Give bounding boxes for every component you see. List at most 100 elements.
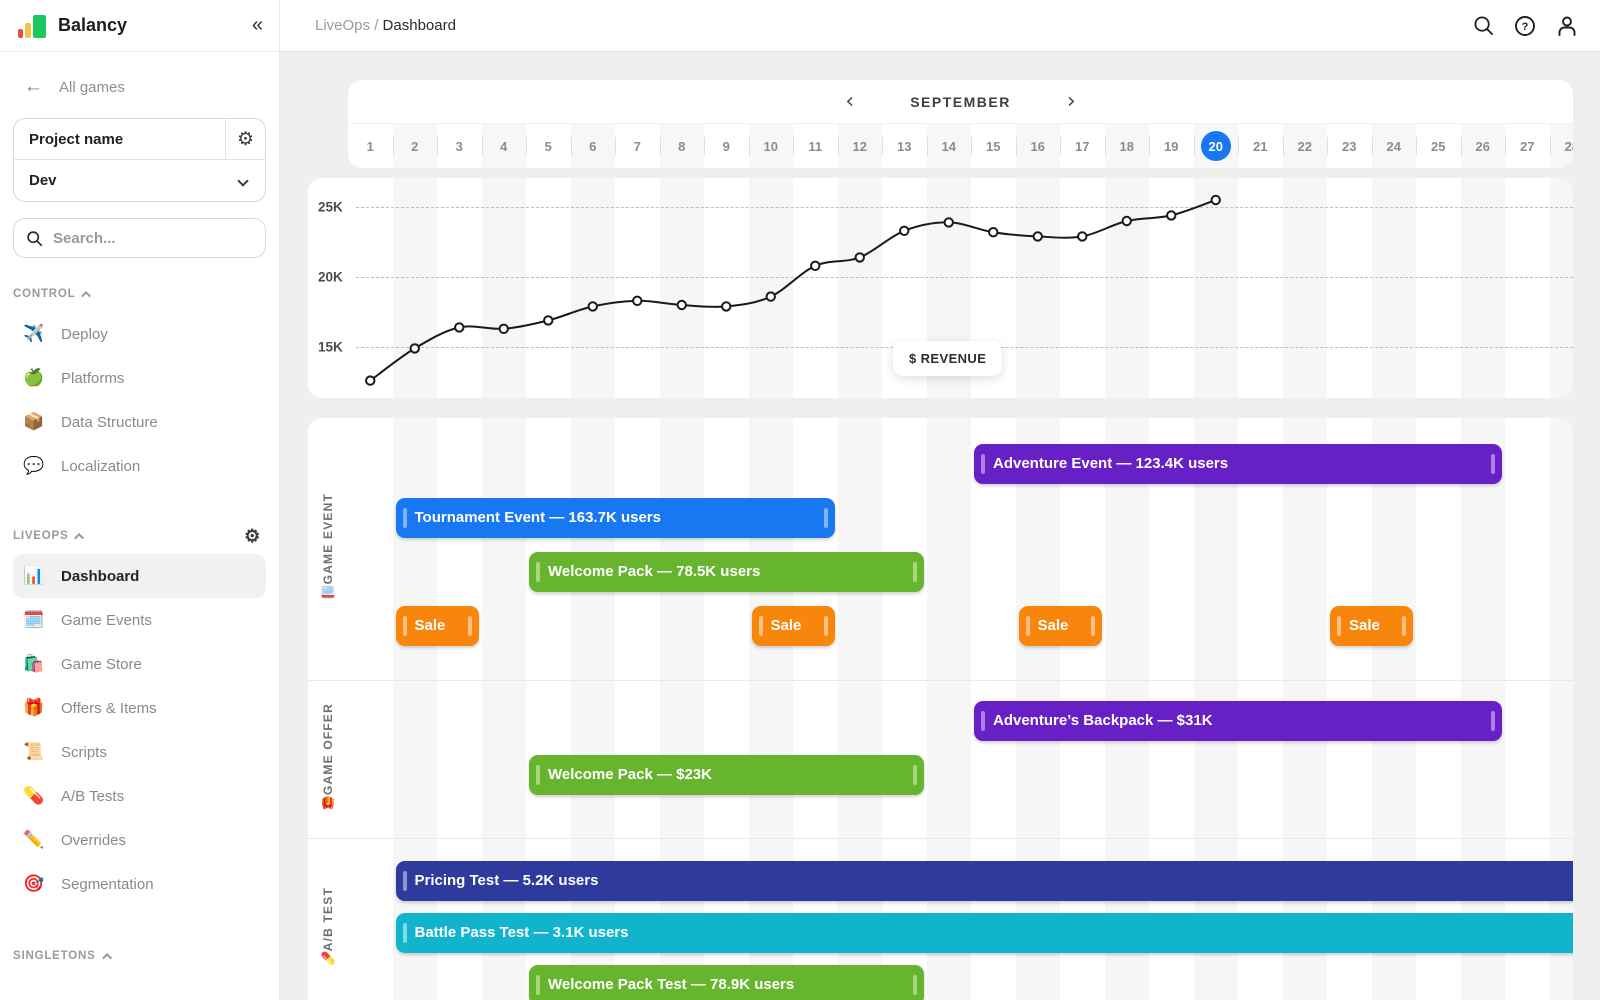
resize-handle-left[interactable] xyxy=(403,871,407,891)
data-point[interactable] xyxy=(767,292,775,300)
day-cell-28[interactable]: 28 xyxy=(1550,124,1574,168)
resize-handle-right[interactable] xyxy=(824,616,828,636)
revenue-legend-chip[interactable]: $ REVENUE xyxy=(893,341,1002,376)
data-point[interactable] xyxy=(1078,232,1086,240)
day-cell-19[interactable]: 19 xyxy=(1149,124,1194,168)
day-cell-25[interactable]: 25 xyxy=(1416,124,1461,168)
day-cell-6[interactable]: 6 xyxy=(571,124,616,168)
sidebar-section-singletons[interactable]: SINGLETONS xyxy=(0,946,279,966)
day-cell-7[interactable]: 7 xyxy=(615,124,660,168)
back-all-games[interactable]: ← All games xyxy=(0,52,279,102)
liveops-settings-icon[interactable]: ⚙ xyxy=(244,527,261,545)
timeline-bar-adventure-event[interactable]: Adventure Event — 123.4K users xyxy=(974,444,1502,484)
environment-dropdown[interactable]: Dev xyxy=(14,160,265,201)
data-point[interactable] xyxy=(1212,196,1220,204)
sidebar-item-game-store[interactable]: 🛍️Game Store xyxy=(13,642,266,686)
day-cell-8[interactable]: 8 xyxy=(660,124,705,168)
day-cell-3[interactable]: 3 xyxy=(437,124,482,168)
resize-handle-left[interactable] xyxy=(981,454,985,474)
collapse-sidebar-icon[interactable]: « xyxy=(252,14,261,37)
resize-handle-left[interactable] xyxy=(536,562,540,582)
resize-handle-left[interactable] xyxy=(403,923,407,943)
day-cell-22[interactable]: 22 xyxy=(1283,124,1328,168)
sidebar-search[interactable] xyxy=(13,218,266,258)
timeline-bar-adventure-s-backpack[interactable]: Adventure’s Backpack — $31K xyxy=(974,701,1502,741)
timeline-bar-sale[interactable]: Sale xyxy=(396,606,479,646)
data-point[interactable] xyxy=(945,218,953,226)
resize-handle-left[interactable] xyxy=(403,508,407,528)
data-point[interactable] xyxy=(366,376,374,384)
data-point[interactable] xyxy=(633,297,641,305)
user-icon[interactable] xyxy=(1556,15,1578,37)
day-cell-14[interactable]: 14 xyxy=(927,124,972,168)
project-settings-button[interactable]: ⚙ xyxy=(225,119,265,160)
sidebar-item-a-b-tests[interactable]: 💊A/B Tests xyxy=(13,774,266,818)
day-cell-23[interactable]: 23 xyxy=(1327,124,1372,168)
day-cell-4[interactable]: 4 xyxy=(482,124,527,168)
sidebar-item-overrides[interactable]: ✏️Overrides xyxy=(13,818,266,862)
timeline-bar-sale[interactable]: Sale xyxy=(752,606,835,646)
resize-handle-right[interactable] xyxy=(824,508,828,528)
day-cell-21[interactable]: 21 xyxy=(1238,124,1283,168)
sidebar-item-game-events[interactable]: 🗓️Game Events xyxy=(13,598,266,642)
timeline-bar-tournament-event[interactable]: Tournament Event — 163.7K users xyxy=(396,498,835,538)
resize-handle-right[interactable] xyxy=(913,562,917,582)
day-cell-18[interactable]: 18 xyxy=(1105,124,1150,168)
day-cell-13[interactable]: 13 xyxy=(882,124,927,168)
resize-handle-left[interactable] xyxy=(981,711,985,731)
resize-handle-right[interactable] xyxy=(1491,711,1495,731)
sidebar-item-dashboard[interactable]: 📊Dashboard xyxy=(13,554,266,598)
sidebar-item-offers-items[interactable]: 🎁Offers & Items xyxy=(13,686,266,730)
sidebar-item-segmentation[interactable]: 🎯Segmentation xyxy=(13,862,266,906)
timeline-bar-welcome-pack[interactable]: Welcome Pack — $23K xyxy=(529,755,924,795)
day-cell-26[interactable]: 26 xyxy=(1461,124,1506,168)
day-cell-2[interactable]: 2 xyxy=(393,124,438,168)
timeline-bar-welcome-pack-test[interactable]: Welcome Pack Test — 78.9K users xyxy=(529,965,924,1000)
data-point[interactable] xyxy=(411,344,419,352)
resize-handle-right[interactable] xyxy=(1491,454,1495,474)
day-cell-16[interactable]: 16 xyxy=(1016,124,1061,168)
data-point[interactable] xyxy=(900,227,908,235)
resize-handle-right[interactable] xyxy=(468,616,472,636)
data-point[interactable] xyxy=(500,325,508,333)
day-cell-5[interactable]: 5 xyxy=(526,124,571,168)
resize-handle-right[interactable] xyxy=(913,765,917,785)
sidebar-item-scripts[interactable]: 📜Scripts xyxy=(13,730,266,774)
sidebar-item-platforms[interactable]: 🍏Platforms xyxy=(13,356,266,400)
data-point[interactable] xyxy=(856,253,864,261)
resize-handle-left[interactable] xyxy=(536,765,540,785)
data-point[interactable] xyxy=(1167,211,1175,219)
timeline-bar-pricing-test[interactable]: Pricing Test — 5.2K users xyxy=(396,861,1574,901)
sidebar-item-localization[interactable]: 💬Localization xyxy=(13,444,266,488)
project-name[interactable]: Project name xyxy=(14,131,225,148)
sidebar-section-control[interactable]: CONTROL xyxy=(0,284,279,304)
day-cell-1[interactable]: 1 xyxy=(348,124,393,168)
day-cell-24[interactable]: 24 xyxy=(1372,124,1417,168)
data-point[interactable] xyxy=(989,228,997,236)
day-cell-9[interactable]: 9 xyxy=(704,124,749,168)
timeline-bar-sale[interactable]: Sale xyxy=(1330,606,1413,646)
day-cell-27[interactable]: 27 xyxy=(1505,124,1550,168)
search-input[interactable] xyxy=(53,230,223,247)
data-point[interactable] xyxy=(1034,232,1042,240)
search-icon[interactable] xyxy=(1473,15,1494,36)
resize-handle-left[interactable] xyxy=(759,616,763,636)
timeline-bar-welcome-pack[interactable]: Welcome Pack — 78.5K users xyxy=(529,552,924,592)
data-point[interactable] xyxy=(811,262,819,270)
prev-month-button[interactable]: ‹ xyxy=(845,91,854,113)
timeline-bar-sale[interactable]: Sale xyxy=(1019,606,1102,646)
data-point[interactable] xyxy=(678,301,686,309)
data-point[interactable] xyxy=(589,302,597,310)
resize-handle-left[interactable] xyxy=(1026,616,1030,636)
sidebar-item-data-structure[interactable]: 📦Data Structure xyxy=(13,400,266,444)
resize-handle-left[interactable] xyxy=(403,616,407,636)
next-month-button[interactable]: › xyxy=(1067,91,1076,113)
day-cell-12[interactable]: 12 xyxy=(838,124,883,168)
data-point[interactable] xyxy=(544,316,552,324)
day-cell-17[interactable]: 17 xyxy=(1060,124,1105,168)
breadcrumb-section[interactable]: LiveOps xyxy=(315,17,370,34)
sidebar-item-deploy[interactable]: ✈️Deploy xyxy=(13,312,266,356)
data-point[interactable] xyxy=(722,302,730,310)
resize-handle-right[interactable] xyxy=(913,975,917,995)
day-cell-11[interactable]: 11 xyxy=(793,124,838,168)
